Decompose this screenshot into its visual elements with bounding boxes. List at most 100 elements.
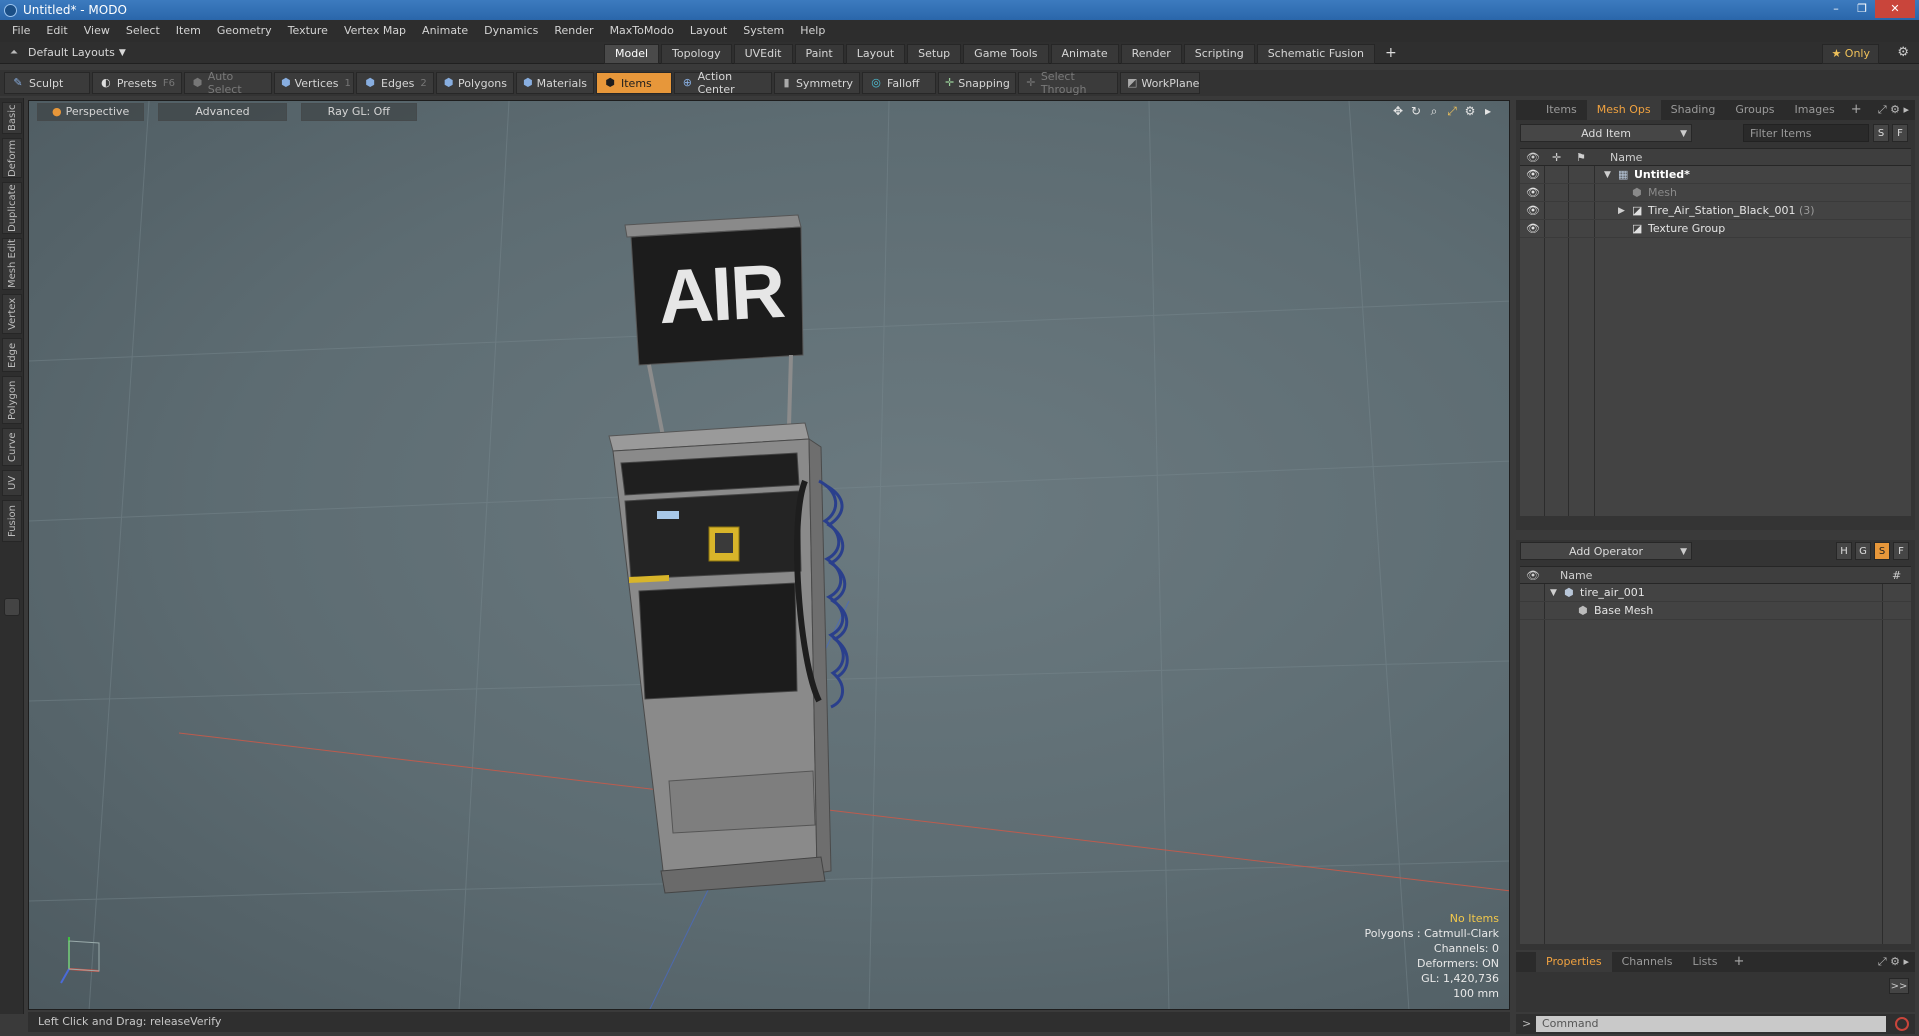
- left-tab-curve[interactable]: Curve: [2, 428, 22, 466]
- left-tab-polygon[interactable]: Polygon: [2, 376, 22, 424]
- add-item-button[interactable]: Add Item ▼: [1520, 124, 1692, 142]
- gear-icon[interactable]: ⚙: [1897, 44, 1909, 62]
- view-mode-dropdown[interactable]: ● Perspective: [37, 103, 145, 121]
- name-column-header[interactable]: Name: [1560, 567, 1592, 585]
- minimize-button[interactable]: –: [1823, 0, 1849, 18]
- menu-render[interactable]: Render: [546, 20, 601, 42]
- expand-triangle-icon[interactable]: ▶: [1618, 202, 1625, 220]
- op-f-button[interactable]: F: [1893, 542, 1909, 560]
- tab-mesh-ops[interactable]: Mesh Ops: [1586, 100, 1661, 120]
- pan-icon[interactable]: ✥: [1389, 103, 1407, 119]
- panel-expand-icon[interactable]: ⤢ ⚙ ▸: [1878, 952, 1909, 972]
- menu-item[interactable]: Item: [168, 20, 209, 42]
- record-icon[interactable]: [1895, 1017, 1909, 1031]
- falloff-button[interactable]: ◎ Falloff: [862, 72, 936, 94]
- workplane-button[interactable]: ◩ WorkPlane: [1120, 72, 1200, 94]
- collapse-up-icon[interactable]: ⏶: [10, 42, 18, 64]
- fit-view-icon[interactable]: ⤢: [1443, 103, 1461, 119]
- raygl-toggle[interactable]: Ray GL: Off: [300, 103, 417, 121]
- tab-game-tools[interactable]: Game Tools: [963, 44, 1049, 64]
- layout-selector[interactable]: ⏶ Default Layouts ▼: [10, 42, 126, 64]
- edges-button[interactable]: ⬢ Edges 2: [356, 72, 434, 94]
- menu-file[interactable]: File: [4, 20, 38, 42]
- tab-render[interactable]: Render: [1120, 44, 1182, 64]
- panel-expand-icon[interactable]: ⤢ ⚙ ▸: [1878, 100, 1909, 120]
- menu-system[interactable]: System: [735, 20, 792, 42]
- collapse-triangle-icon[interactable]: ▼: [1604, 166, 1611, 184]
- tab-scripting[interactable]: Scripting: [1183, 44, 1255, 64]
- filter-f-button[interactable]: F: [1892, 124, 1908, 142]
- tab-paint[interactable]: Paint: [794, 44, 844, 64]
- menu-texture[interactable]: Texture: [280, 20, 336, 42]
- tab-properties[interactable]: Properties: [1536, 952, 1612, 972]
- eye-icon[interactable]: 👁: [1526, 184, 1540, 202]
- tab-uvedit[interactable]: UVEdit: [733, 44, 793, 64]
- tab-images[interactable]: Images: [1785, 100, 1845, 120]
- menu-maxtomodo[interactable]: MaxToModo: [602, 20, 682, 42]
- add-tab-button[interactable]: +: [1377, 44, 1405, 64]
- tab-layout[interactable]: Layout: [845, 44, 906, 64]
- menu-animate[interactable]: Animate: [414, 20, 476, 42]
- op-row-tire-air[interactable]: ▼ ⬢ tire_air_001: [1520, 584, 1911, 602]
- tab-topology[interactable]: Topology: [661, 44, 732, 64]
- palette-toggle[interactable]: [4, 598, 20, 616]
- name-column-header[interactable]: Name: [1610, 149, 1642, 167]
- zoom-icon[interactable]: ⌕: [1425, 103, 1443, 119]
- sculpt-button[interactable]: ✎ Sculpt: [4, 72, 90, 94]
- tab-channels[interactable]: Channels: [1612, 952, 1683, 972]
- symmetry-button[interactable]: ▮ Symmetry: [774, 72, 860, 94]
- menu-dynamics[interactable]: Dynamics: [476, 20, 546, 42]
- menu-vertex-map[interactable]: Vertex Map: [336, 20, 414, 42]
- tree-row-scene[interactable]: 👁 ▼ ▦ Untitled*: [1520, 166, 1911, 184]
- tab-model[interactable]: Model: [604, 44, 660, 64]
- eye-icon[interactable]: 👁: [1526, 166, 1540, 184]
- op-row-base-mesh[interactable]: ⬢ Base Mesh: [1520, 602, 1911, 620]
- menu-layout[interactable]: Layout: [682, 20, 735, 42]
- menu-help[interactable]: Help: [792, 20, 833, 42]
- 3d-viewport[interactable]: ● Perspective Advanced Ray GL: Off ✥ ↻ ⌕ …: [28, 100, 1510, 1010]
- tab-animate[interactable]: Animate: [1050, 44, 1119, 64]
- menu-view[interactable]: View: [76, 20, 118, 42]
- snapping-button[interactable]: ✛ Snapping: [938, 72, 1016, 94]
- add-props-tab-button[interactable]: +: [1727, 952, 1750, 972]
- left-tab-edge[interactable]: Edge: [2, 338, 22, 372]
- tab-shading[interactable]: Shading: [1661, 100, 1726, 120]
- left-tab-uv[interactable]: UV: [2, 470, 22, 496]
- filter-s-button[interactable]: S: [1873, 124, 1889, 142]
- tree-row-mesh[interactable]: 👁 ⬢ Mesh: [1520, 184, 1911, 202]
- polygons-button[interactable]: ⬢ Polygons: [436, 72, 514, 94]
- eye-icon[interactable]: 👁: [1526, 220, 1540, 238]
- tab-lists[interactable]: Lists: [1683, 952, 1728, 972]
- tree-row-tire-air-station[interactable]: 👁 ▶ ◪ Tire_Air_Station_Black_001 (3): [1520, 202, 1911, 220]
- tab-groups[interactable]: Groups: [1725, 100, 1784, 120]
- action-center-button[interactable]: ⊕ Action Center: [674, 70, 772, 96]
- left-tab-basic[interactable]: Basic: [2, 102, 22, 134]
- menu-select[interactable]: Select: [118, 20, 168, 42]
- viewport-gear-icon[interactable]: ⚙: [1461, 103, 1479, 119]
- collapse-triangle-icon[interactable]: ▼: [1550, 584, 1557, 602]
- left-tab-vertex[interactable]: Vertex: [2, 294, 22, 334]
- vertices-button[interactable]: ⬢ Vertices 1: [274, 72, 354, 94]
- menu-geometry[interactable]: Geometry: [209, 20, 280, 42]
- maximize-button[interactable]: ❐: [1849, 0, 1875, 18]
- materials-button[interactable]: ⬢ Materials: [516, 72, 594, 94]
- add-operator-button[interactable]: Add Operator ▼: [1520, 542, 1692, 560]
- left-tab-deform[interactable]: Deform: [2, 138, 22, 178]
- left-tab-fusion[interactable]: Fusion: [2, 500, 22, 542]
- presets-button[interactable]: ◐ Presets F6: [92, 72, 182, 94]
- left-tab-duplicate[interactable]: Duplicate: [2, 182, 22, 234]
- shading-dropdown[interactable]: Advanced: [158, 103, 287, 121]
- select-through-button[interactable]: ✛ Select Through: [1018, 70, 1118, 96]
- filter-items-input[interactable]: Filter Items: [1743, 124, 1869, 142]
- menu-edit[interactable]: Edit: [38, 20, 75, 42]
- rotate-icon[interactable]: ↻: [1407, 103, 1425, 119]
- items-button[interactable]: ⬢ Items: [596, 72, 672, 94]
- command-input[interactable]: Command: [1536, 1016, 1886, 1032]
- viewport-menu-arrow-icon[interactable]: ▸: [1479, 103, 1497, 119]
- op-g-button[interactable]: G: [1855, 542, 1871, 560]
- op-h-button[interactable]: H: [1836, 542, 1852, 560]
- only-button[interactable]: ★ Only: [1822, 44, 1879, 64]
- op-s-button[interactable]: S: [1874, 542, 1890, 560]
- add-panel-tab-button[interactable]: +: [1845, 100, 1868, 120]
- tree-row-texture-group[interactable]: 👁 ◪ Texture Group: [1520, 220, 1911, 238]
